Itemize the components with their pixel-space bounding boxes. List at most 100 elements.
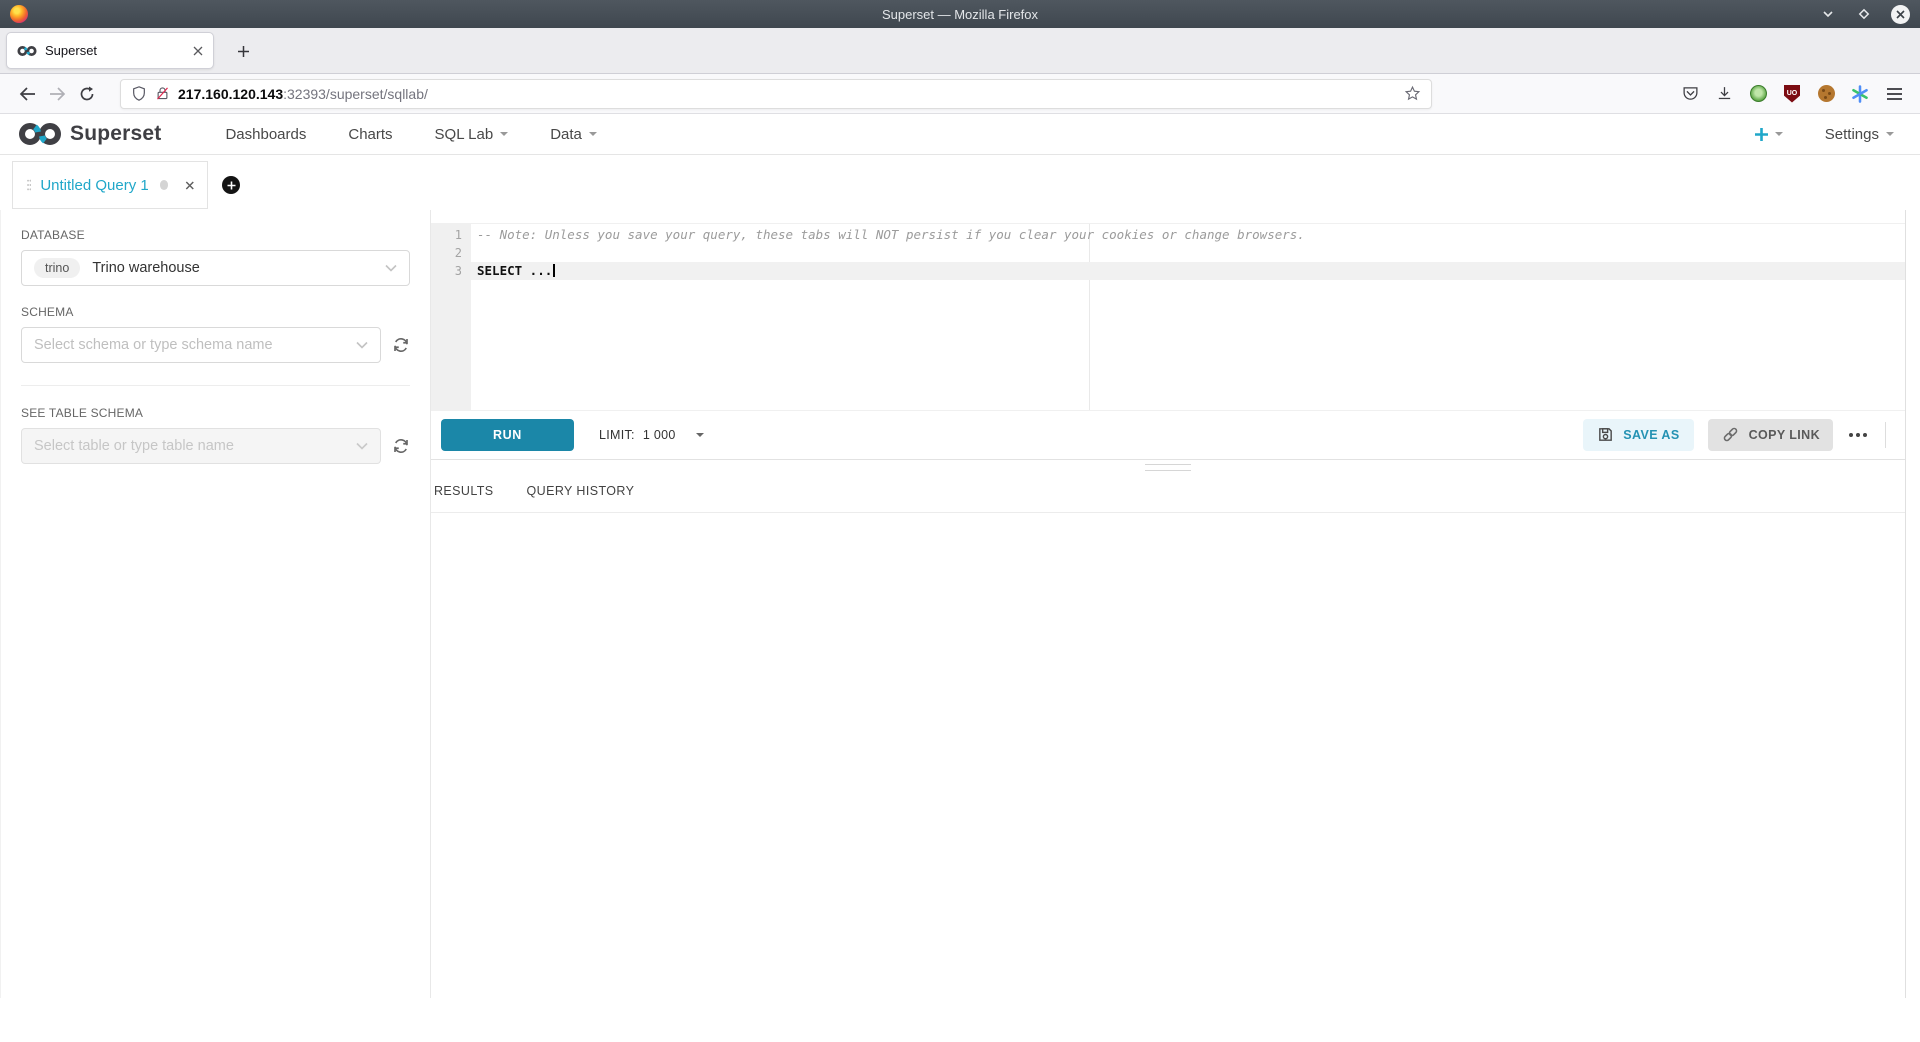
refresh-schemas-icon[interactable]: [392, 336, 410, 354]
schema-label: SCHEMA: [21, 305, 410, 319]
add-query-tab-button[interactable]: [222, 176, 240, 194]
table-select[interactable]: Select table or type table name: [21, 428, 381, 464]
database-select[interactable]: trino Trino warehouse: [21, 250, 410, 286]
superset-navbar: Superset Dashboards Charts SQL Lab Data …: [0, 114, 1920, 155]
chevron-down-icon: [356, 442, 368, 450]
window-titlebar: Superset — Mozilla Firefox: [0, 0, 1920, 28]
limit-dropdown[interactable]: LIMIT: 1 000: [599, 428, 704, 442]
editor-line-1: -- Note: Unless you save your query, the…: [471, 226, 1905, 244]
run-button[interactable]: RUN: [441, 419, 574, 451]
database-badge: trino: [34, 258, 80, 278]
query-tab-label: Untitled Query 1: [40, 177, 148, 194]
settings-menu[interactable]: Settings: [1825, 126, 1894, 143]
new-item-menu[interactable]: [1754, 127, 1783, 142]
close-tab-icon[interactable]: [193, 46, 203, 56]
brand-name: Superset: [70, 122, 161, 146]
link-icon: [1721, 425, 1740, 444]
text-cursor: [553, 264, 555, 277]
refresh-tables-icon[interactable]: [392, 437, 410, 455]
url-host: 217.160.120.143: [178, 86, 283, 102]
url-text[interactable]: 217.160.120.143:32393/superset/sqllab/: [178, 86, 428, 102]
firefox-icon: [10, 5, 28, 23]
query-status-dot: [160, 180, 169, 190]
downloads-icon[interactable]: [1714, 84, 1734, 104]
cookie-extension-icon[interactable]: [1816, 84, 1836, 104]
editor-toolbar: RUN LIMIT: 1 000 SAVE AS: [431, 418, 1905, 451]
editor-gutter: 1 2 3: [431, 224, 471, 410]
limit-label: LIMIT:: [599, 428, 635, 442]
close-query-tab-icon[interactable]: [185, 180, 195, 191]
chevron-down-icon: [1775, 132, 1783, 140]
url-path: :32393/superset/sqllab/: [283, 86, 428, 102]
chevron-down-icon: [385, 264, 397, 272]
query-tab-bar: Untitled Query 1: [0, 155, 1920, 210]
drag-handle-icon[interactable]: [27, 178, 31, 192]
nav-item-sqllab[interactable]: SQL Lab: [435, 126, 509, 143]
tab-query-history[interactable]: QUERY HISTORY: [527, 484, 635, 512]
superset-infinity-icon: [18, 122, 62, 146]
chevron-down-icon: [500, 132, 508, 140]
resize-handle-icon[interactable]: [1145, 464, 1191, 471]
limit-value: 1 000: [643, 428, 676, 442]
database-value: Trino warehouse: [92, 260, 199, 276]
caret-down-icon: [696, 433, 704, 441]
minimize-icon[interactable]: [1818, 4, 1838, 24]
back-button[interactable]: [12, 79, 42, 109]
save-icon: [1597, 426, 1614, 443]
sqllab-content: DATABASE trino Trino warehouse SCHEMA Se…: [0, 210, 1906, 998]
tab-results[interactable]: RESULTS: [434, 484, 494, 512]
asterisk-extension-icon[interactable]: [1850, 84, 1870, 104]
copy-link-button[interactable]: COPY LINK: [1708, 419, 1833, 451]
nav-item-dashboards[interactable]: Dashboards: [225, 126, 306, 143]
superset-favicon: [17, 45, 37, 57]
chevron-down-icon: [1886, 132, 1894, 140]
sidebar-divider: [21, 385, 410, 386]
menu-hamburger-icon[interactable]: [1884, 84, 1904, 104]
table-schema-label: SEE TABLE SCHEMA: [21, 406, 410, 420]
toolbar-divider: [1885, 422, 1886, 448]
window-title: Superset — Mozilla Firefox: [0, 7, 1920, 22]
chevron-down-icon: [589, 132, 597, 140]
sqllab-sidebar: DATABASE trino Trino warehouse SCHEMA Se…: [0, 210, 430, 998]
browser-tabstrip: Superset: [0, 28, 1920, 74]
browser-toolbar: 217.160.120.143:32393/superset/sqllab/ U…: [0, 74, 1920, 114]
close-window-icon[interactable]: [1890, 4, 1910, 24]
tracking-shield-icon[interactable]: [131, 85, 147, 102]
editor-pane: 1 2 3 -- Note: Unless you save your quer…: [430, 210, 1906, 998]
results-empty-area: [431, 513, 1905, 998]
line-number: 3: [431, 262, 471, 280]
browser-tab[interactable]: Superset: [6, 32, 214, 69]
insecure-lock-icon[interactable]: [155, 85, 170, 102]
line-number: 2: [431, 244, 471, 262]
schema-select[interactable]: Select schema or type schema name: [21, 327, 381, 363]
line-number: 1: [431, 226, 471, 244]
forward-button[interactable]: [42, 79, 72, 109]
browser-tab-title: Superset: [45, 43, 185, 58]
nav-item-data[interactable]: Data: [550, 126, 597, 143]
chevron-down-icon: [356, 341, 368, 349]
pocket-icon[interactable]: [1680, 84, 1700, 104]
editor-code-area[interactable]: -- Note: Unless you save your query, the…: [471, 224, 1905, 410]
bookmark-star-icon[interactable]: [1404, 85, 1421, 102]
nav-item-charts[interactable]: Charts: [348, 126, 392, 143]
save-as-button[interactable]: SAVE AS: [1583, 419, 1693, 451]
south-pane-tabs: RESULTS QUERY HISTORY: [431, 472, 1905, 513]
url-bar[interactable]: 217.160.120.143:32393/superset/sqllab/: [120, 79, 1432, 109]
reload-button[interactable]: [72, 79, 102, 109]
plus-icon: [1754, 127, 1769, 142]
editor-line-2: [471, 244, 1905, 262]
table-placeholder: Select table or type table name: [34, 438, 234, 454]
editor-line-3: SELECT ...: [471, 262, 1905, 280]
ublock-extension-icon[interactable]: UO: [1782, 84, 1802, 104]
query-tab-active[interactable]: Untitled Query 1: [12, 161, 208, 209]
sql-editor[interactable]: 1 2 3 -- Note: Unless you save your quer…: [431, 223, 1905, 411]
more-options-icon[interactable]: [1847, 429, 1869, 441]
database-label: DATABASE: [21, 228, 410, 242]
superset-logo[interactable]: Superset: [18, 122, 161, 146]
maximize-icon[interactable]: [1854, 4, 1874, 24]
new-tab-button[interactable]: [228, 36, 258, 66]
extension-toolbar: UO: [1680, 84, 1908, 104]
pane-resize-bar[interactable]: [431, 459, 1905, 472]
schema-placeholder: Select schema or type schema name: [34, 337, 273, 353]
privacy-extension-icon[interactable]: [1748, 84, 1768, 104]
